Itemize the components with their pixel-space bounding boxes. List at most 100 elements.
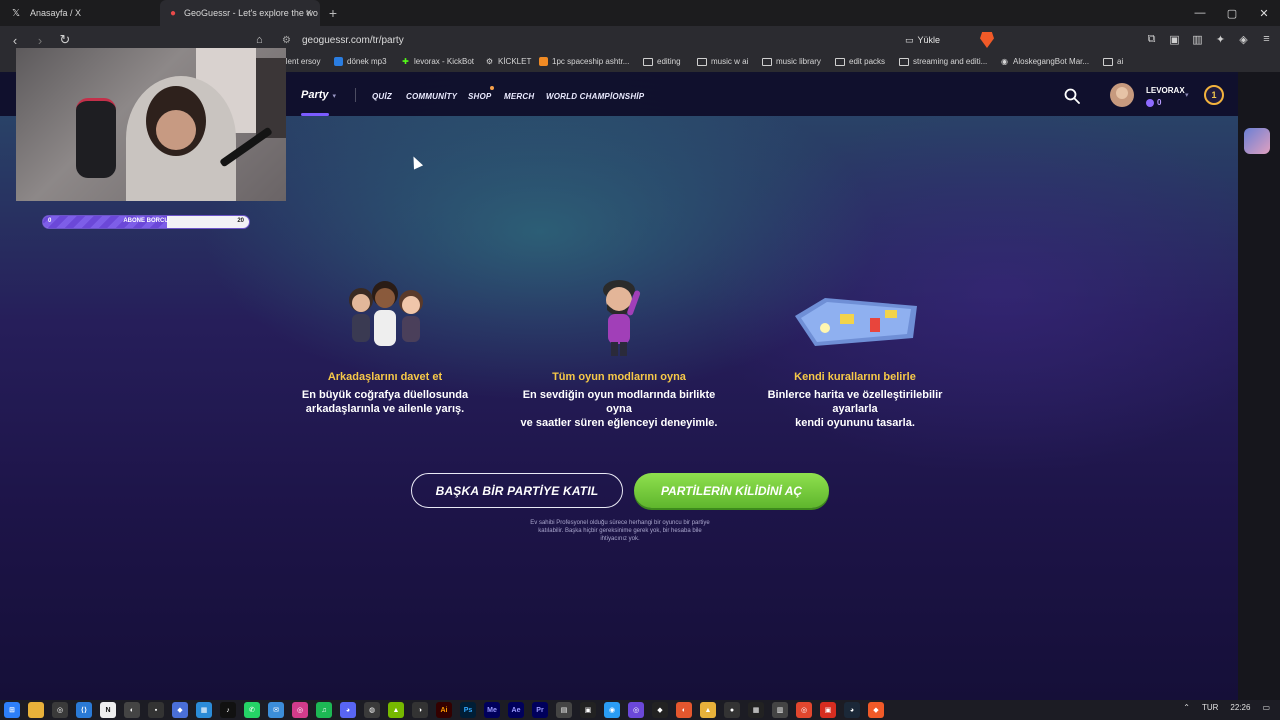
folder-icon	[762, 57, 772, 66]
tiktok-icon[interactable]: ♪	[220, 702, 236, 718]
bookmark-item[interactable]: ⚙ KİCKLET	[485, 57, 531, 66]
app-icon[interactable]: ◉	[604, 702, 620, 718]
party-menu[interactable]: Party ▾	[301, 89, 336, 101]
back-button[interactable]: ‹	[5, 30, 25, 50]
brave-taskbar-icon[interactable]: ◆	[868, 702, 884, 718]
bookmark-item[interactable]: dönek mp3	[334, 57, 387, 66]
instagram-icon[interactable]: ◎	[292, 702, 308, 718]
sidebar-icon[interactable]: ▥	[1190, 30, 1205, 48]
premiere-icon[interactable]: Pr	[532, 702, 548, 718]
app-icon[interactable]: ◆	[172, 702, 188, 718]
nvidia-icon[interactable]: ▲	[388, 702, 404, 718]
reload-button[interactable]: ↻	[55, 30, 75, 50]
screen: 𝕏 Anasayfa / X ● GeoGuessr - Let's explo…	[0, 0, 1280, 720]
browser-icon[interactable]: ◎	[52, 702, 68, 718]
start-icon[interactable]: ⊞	[4, 702, 20, 718]
nav-shop[interactable]: SHOP	[468, 92, 491, 101]
bookmark-page-icon[interactable]: ⌂	[256, 34, 274, 46]
rail-profile-icon[interactable]	[1244, 128, 1270, 154]
app-icon[interactable]: ▣	[580, 702, 596, 718]
folder-icon	[643, 57, 653, 66]
folder-icon	[697, 57, 707, 66]
menu-icon[interactable]: ≡	[1259, 30, 1274, 48]
close-window-button[interactable]: ✕	[1248, 0, 1280, 26]
app-icon[interactable]: ▪	[148, 702, 164, 718]
close-tab-icon[interactable]: ×	[306, 7, 312, 19]
maximize-button[interactable]: ▢	[1216, 0, 1248, 26]
app-icon[interactable]: ◑	[412, 702, 428, 718]
level-badge[interactable]: 1	[1204, 85, 1224, 105]
media-encoder-icon[interactable]: Me	[484, 702, 500, 718]
spotify-icon[interactable]: ♫	[316, 702, 332, 718]
tab-geoguessr[interactable]: ● GeoGuessr - Let's explore the wo ×	[160, 0, 320, 26]
bookmark-folder[interactable]: ai	[1103, 57, 1123, 66]
header-divider	[355, 88, 356, 102]
language-indicator[interactable]: TUR	[1202, 703, 1218, 712]
bookmark-item[interactable]: ilent ersoy	[284, 57, 320, 66]
photoshop-icon[interactable]: Ps	[460, 702, 476, 718]
app-icon[interactable]: ✉	[268, 702, 284, 718]
site-info-icon[interactable]: ⚙	[282, 35, 302, 46]
app-icon[interactable]: ▦	[748, 702, 764, 718]
notion-icon[interactable]: N	[100, 702, 116, 718]
avatar[interactable]	[1110, 83, 1134, 107]
tab-twitter[interactable]: 𝕏 Anasayfa / X	[0, 0, 160, 26]
bookmark-item[interactable]: 1pc spaceship ashtr...	[539, 57, 629, 66]
search-icon[interactable]	[1064, 88, 1080, 104]
screenshot-icon[interactable]: ▣	[1167, 30, 1182, 48]
bookmark-folder[interactable]: streaming and editi...	[899, 57, 987, 66]
whatsapp-icon[interactable]: ✆	[244, 702, 260, 718]
bookmark-item[interactable]: ✚ levorax - KickBot	[401, 57, 474, 66]
nav-quiz[interactable]: QUİZ	[372, 92, 392, 101]
nav-world-championship[interactable]: WORLD CHAMPİONSHİP	[546, 92, 644, 101]
app-icon[interactable]: ▣	[820, 702, 836, 718]
nav-community[interactable]: COMMUNİTY	[406, 92, 457, 101]
bookmark-folder[interactable]: editing	[643, 57, 681, 66]
app-icon[interactable]: ▦	[196, 702, 212, 718]
app-icon[interactable]: ▲	[700, 702, 716, 718]
leo-ai-icon[interactable]: ✦	[1213, 30, 1228, 48]
tray-chevron-icon[interactable]: ⌃	[1183, 703, 1190, 712]
vscode-icon[interactable]: ⟨⟩	[76, 702, 92, 718]
notification-center-icon[interactable]: ▭	[1262, 703, 1270, 712]
bookmark-folder[interactable]: edit packs	[835, 57, 885, 66]
illustrator-icon[interactable]: Ai	[436, 702, 452, 718]
install-app-button[interactable]: ▭ Yükle	[905, 31, 940, 49]
nav-merch[interactable]: MERCH	[504, 92, 534, 101]
extensions-icon[interactable]: ⧉	[1144, 30, 1159, 48]
browser-tab-strip: 𝕏 Anasayfa / X ● GeoGuessr - Let's explo…	[0, 0, 1280, 26]
minimize-button[interactable]: —	[1184, 0, 1216, 26]
sub-goal-max: 20	[237, 218, 244, 224]
app-icon[interactable]: ◆	[652, 702, 668, 718]
obs-icon[interactable]: ◐	[124, 702, 140, 718]
file-explorer-icon[interactable]	[28, 702, 44, 718]
new-tab-button[interactable]: +	[320, 0, 346, 26]
install-label: Yükle	[917, 35, 941, 45]
app-icon[interactable]: ◎	[796, 702, 812, 718]
app-icon[interactable]: ▥	[772, 702, 788, 718]
system-tray: ⌃ TUR 22:26 ▭	[1183, 703, 1270, 712]
folder-icon	[835, 57, 845, 66]
app-icon[interactable]: ◐	[676, 702, 692, 718]
unlock-parties-button[interactable]: PARTİLERİN KİLİDİNİ AÇ	[634, 473, 829, 508]
after-effects-icon[interactable]: Ae	[508, 702, 524, 718]
active-tab-indicator	[301, 113, 329, 116]
bookmark-item[interactable]: ◉ AloskegangBot Mar...	[1000, 57, 1089, 66]
app-icon[interactable]: ▤	[556, 702, 572, 718]
feature-title: Kendi kurallarını belirle	[794, 371, 916, 383]
join-other-party-button[interactable]: BAŞKA BİR PARTİYE KATIL	[411, 473, 623, 508]
steam-icon[interactable]: ◕	[844, 702, 860, 718]
mouse-cursor	[408, 154, 424, 170]
discord-icon[interactable]: ◕	[340, 702, 356, 718]
app-icon[interactable]: ◍	[364, 702, 380, 718]
forward-button[interactable]: ›	[30, 30, 50, 50]
vpn-icon[interactable]: ◈	[1236, 30, 1251, 48]
app-icon[interactable]: ●	[724, 702, 740, 718]
clock[interactable]: 22:26	[1230, 703, 1250, 712]
windows-taskbar: ⊞ ◎ ⟨⟩ N ◐ ▪ ◆ ▦ ♪ ✆ ✉ ◎ ♫ ◕ ◍ ▲ ◑ Ai Ps…	[0, 700, 1280, 720]
app-icon[interactable]: ◎	[628, 702, 644, 718]
username[interactable]: LEVORAX	[1146, 86, 1185, 95]
chevron-down-icon[interactable]: ▾	[1185, 91, 1189, 99]
bookmark-folder[interactable]: music w ai	[697, 57, 748, 66]
bookmark-folder[interactable]: music library	[762, 57, 821, 66]
